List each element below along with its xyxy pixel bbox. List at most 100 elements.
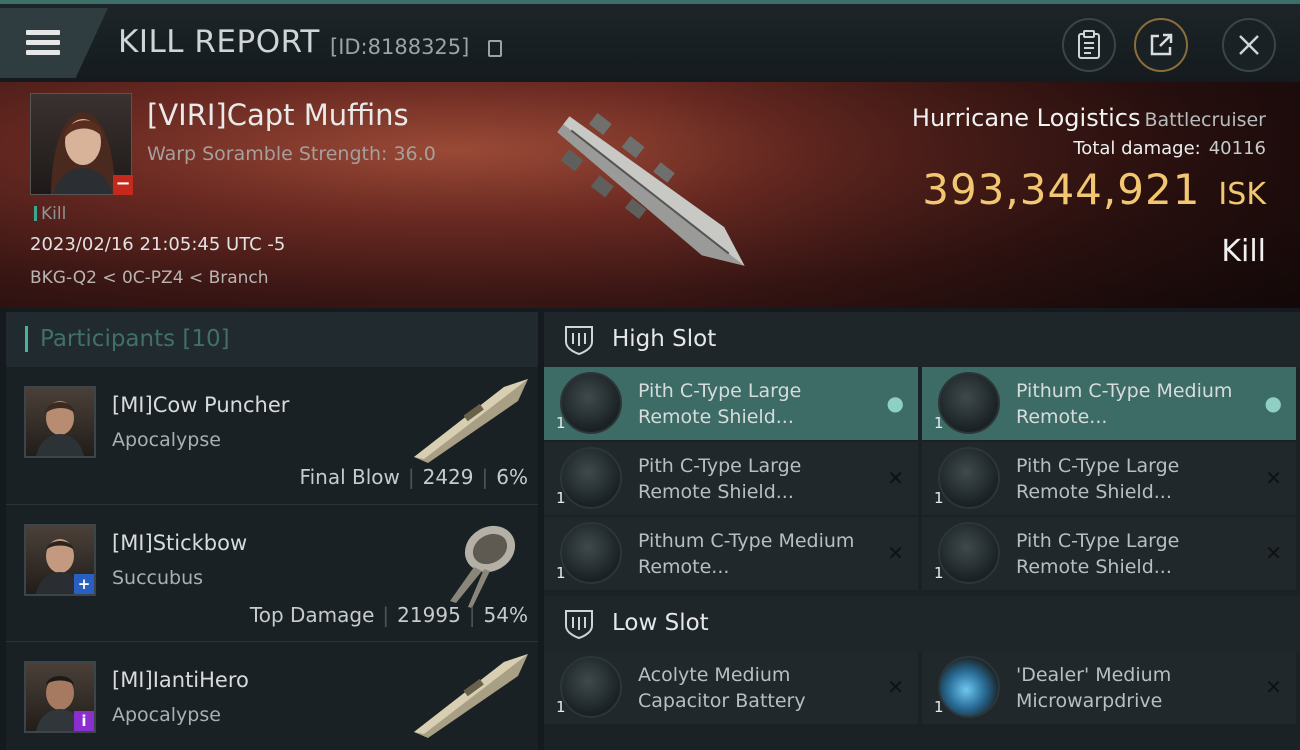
- clipboard-button[interactable]: [1062, 18, 1116, 72]
- participant-damage: 2429: [422, 465, 474, 489]
- kill-tag: Kill: [34, 204, 66, 224]
- module-name: 'Dealer' Medium Microwarpdrive: [1016, 664, 1172, 712]
- module-qty: 1: [556, 414, 566, 432]
- shield-module-icon: [938, 522, 1000, 584]
- participant-row[interactable]: i [MI]IantiHero Apocalypse: [6, 641, 538, 750]
- high-slot-header: High Slot: [544, 312, 1300, 367]
- module-qty: 1: [934, 489, 944, 507]
- clipboard-icon: [1078, 30, 1100, 59]
- kill-datetime: 2023/02/16 21:05:45 UTC -5: [30, 234, 286, 255]
- module-item[interactable]: 1 Pithum C-Type Medium Remote... ●: [922, 367, 1296, 440]
- module-item[interactable]: 1 Pith C-Type Large Remote Shield... ✕: [922, 517, 1296, 590]
- microwarpdrive-icon: [938, 656, 1000, 718]
- module-name: Pith C-Type Large Remote Shield...: [1016, 455, 1180, 503]
- low-slot-header: Low Slot: [544, 596, 1300, 651]
- header-accent: [25, 326, 28, 352]
- page-title: KILL REPORT: [118, 24, 320, 60]
- module-name: Pith C-Type Large Remote Shield...: [638, 455, 802, 503]
- module-qty: 1: [934, 698, 944, 716]
- destroyed-icon: ✕: [887, 541, 904, 565]
- victim-name[interactable]: [VIRI]Capt Muffins: [147, 98, 409, 132]
- module-qty: 1: [556, 489, 566, 507]
- result-label: Kill: [1221, 234, 1266, 269]
- hamburger-icon-bar: [26, 50, 60, 55]
- participant-name[interactable]: [MI]Cow Puncher: [112, 393, 289, 417]
- participants-header: Participants [10]: [6, 312, 538, 367]
- participant-tag: Top Damage: [249, 603, 375, 627]
- participant-ship: Apocalypse: [112, 704, 221, 726]
- isk-value: 393,344,921: [922, 165, 1201, 214]
- participant-name[interactable]: [MI]IantiHero: [112, 668, 249, 692]
- top-bar: KILL REPORT [ID:8188325]: [0, 0, 1300, 82]
- participant-stats: Final Blow | 2429 | 6%: [299, 465, 528, 489]
- destroyed-icon: ✕: [887, 675, 904, 699]
- avatar[interactable]: [24, 386, 96, 458]
- module-name: Pithum C-Type Medium Remote...: [1016, 380, 1233, 428]
- apocalypse-ship-icon[interactable]: [404, 648, 534, 738]
- destroyed-icon: ✕: [1265, 675, 1282, 699]
- participant-damage: 21995: [397, 603, 461, 627]
- participant-percent: 6%: [496, 465, 528, 489]
- share-button[interactable]: [1134, 18, 1188, 72]
- kill-id: [ID:8188325]: [330, 35, 470, 59]
- ship-info: Hurricane Logistics Battlecruiser Total d…: [912, 104, 1266, 269]
- shield-module-icon: [938, 372, 1000, 434]
- high-slot-modules: 1 Pith C-Type Large Remote Shield... ● 1…: [544, 367, 1300, 590]
- copy-id-icon[interactable]: [488, 40, 502, 57]
- participants-count: [10]: [182, 326, 230, 352]
- module-qty: 1: [934, 564, 944, 582]
- ship-name[interactable]: Hurricane Logistics: [912, 104, 1141, 132]
- victim-banner: − [VIRI]Capt Muffins Warp Soramble Stren…: [0, 82, 1300, 308]
- module-qty: 1: [556, 698, 566, 716]
- participants-label: Participants: [40, 326, 176, 352]
- menu-button[interactable]: [0, 8, 108, 78]
- shield-module-icon: [560, 522, 622, 584]
- participant-row[interactable]: [MI]Cow Puncher Apocalypse Final Blow | 24…: [6, 367, 538, 504]
- close-icon: [1239, 35, 1259, 55]
- module-item[interactable]: 1 Pith C-Type Large Remote Shield... ✕: [544, 442, 918, 515]
- close-button[interactable]: [1222, 18, 1276, 72]
- hostile-badge: −: [113, 175, 133, 195]
- module-name: Pith C-Type Large Remote Shield...: [1016, 530, 1180, 578]
- participant-tag: Final Blow: [299, 465, 400, 489]
- participant-ship: Succubus: [112, 567, 204, 589]
- module-qty: 1: [934, 414, 944, 432]
- shield-module-icon: [560, 447, 622, 509]
- hamburger-icon-bar: [26, 40, 60, 45]
- victim-ship-image[interactable]: [520, 92, 780, 292]
- module-item[interactable]: 1 'Dealer' Medium Microwarpdrive ✕: [922, 651, 1296, 724]
- capacitor-battery-icon: [560, 656, 622, 718]
- participant-row[interactable]: + [MI]Stickbow Succubus Top Damage | 21995…: [6, 504, 538, 641]
- pilot-icon: ●: [886, 391, 904, 415]
- participants-title: Participants [10]: [40, 326, 230, 352]
- participant-name[interactable]: [MI]Stickbow: [112, 531, 247, 555]
- kill-location[interactable]: BKG-Q2 < 0C-PZ4 < Branch: [30, 268, 269, 288]
- module-name: Pith C-Type Large Remote Shield...: [638, 380, 802, 428]
- info-badge: i: [74, 711, 94, 731]
- total-damage-value: 40116: [1208, 138, 1266, 159]
- high-slot-label: High Slot: [612, 326, 717, 352]
- module-item[interactable]: 1 Pith C-Type Large Remote Shield... ●: [544, 367, 918, 440]
- participants-panel: Participants [10] [MI]Cow Puncher Apocal…: [6, 312, 538, 750]
- low-slot-icon: [565, 610, 593, 640]
- module-name: Acolyte Medium Capacitor Battery: [638, 664, 806, 712]
- isk-unit: ISK: [1218, 177, 1266, 212]
- alliance-plus-badge: +: [74, 574, 94, 594]
- ship-class: Battlecruiser: [1144, 109, 1266, 131]
- destroyed-icon: ✕: [1265, 541, 1282, 565]
- warp-scramble-strength: Warp Soramble Strength: 36.0: [147, 143, 436, 165]
- module-item[interactable]: 1 Pith C-Type Large Remote Shield... ✕: [922, 442, 1296, 515]
- module-item[interactable]: 1 Pithum C-Type Medium Remote... ✕: [544, 517, 918, 590]
- succubus-ship-icon[interactable]: [434, 511, 534, 611]
- apocalypse-ship-icon[interactable]: [404, 373, 534, 463]
- participant-ship: Apocalypse: [112, 429, 221, 451]
- module-name: Pithum C-Type Medium Remote...: [638, 530, 855, 578]
- pilot-avatar-image: [36, 401, 84, 456]
- high-slot-icon: [565, 326, 593, 356]
- module-item[interactable]: 1 Acolyte Medium Capacitor Battery ✕: [544, 651, 918, 724]
- participant-stats: Top Damage | 21995 | 54%: [249, 603, 528, 627]
- destroyed-icon: ✕: [887, 466, 904, 490]
- low-slot-modules: 1 Acolyte Medium Capacitor Battery ✕ 1 '…: [544, 651, 1300, 724]
- shield-module-icon: [560, 372, 622, 434]
- share-icon: [1150, 33, 1173, 56]
